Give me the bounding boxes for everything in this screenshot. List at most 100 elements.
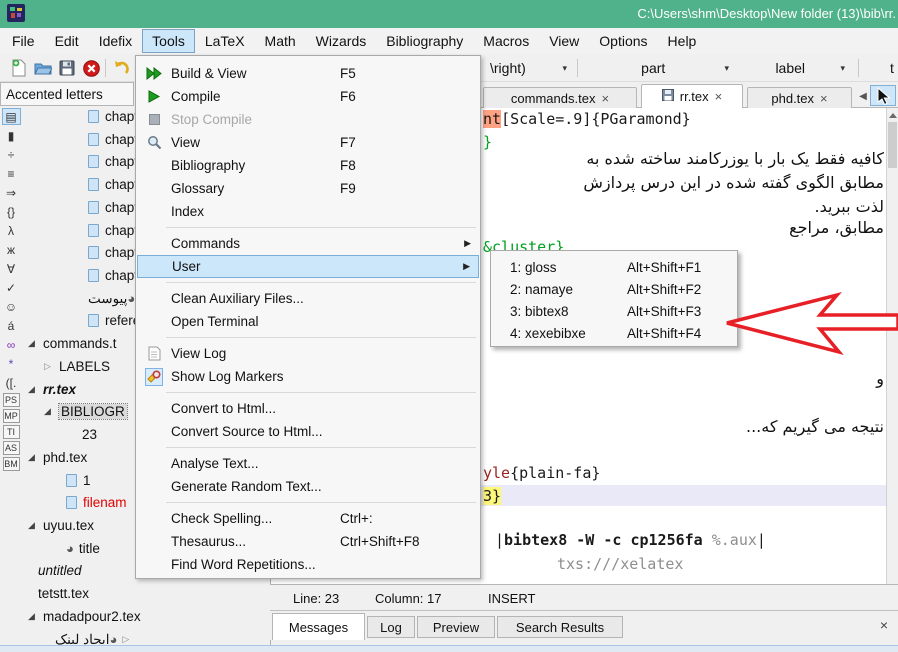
tab-commands-tex[interactable]: commands.tex× xyxy=(483,87,637,108)
textsize-combo[interactable]: t xyxy=(884,57,898,79)
symbol-panel-button-11[interactable]: á xyxy=(2,317,21,334)
menubar-item-idefix[interactable]: Idefix xyxy=(89,29,142,53)
symbol-panel-button-ps[interactable]: PS xyxy=(3,393,20,407)
symbol-panel-button-bm[interactable]: BM xyxy=(3,457,20,471)
tree-expanded-icon[interactable]: ◢ xyxy=(28,611,40,622)
save-button[interactable] xyxy=(56,57,78,79)
submenu-item-3-bibtex8[interactable]: 3: bibtex8Alt+Shift+F3 xyxy=(492,300,736,322)
tab-phd-tex[interactable]: phd.tex× xyxy=(747,87,852,108)
symbol-panel-button-0[interactable]: ▤ xyxy=(2,108,21,125)
scroll-up-icon[interactable] xyxy=(888,110,898,120)
symbol-panel-button-8[interactable]: ∀ xyxy=(2,260,21,277)
window-bottom-edge xyxy=(0,645,898,652)
close-button[interactable] xyxy=(80,57,102,79)
symbol-panel-button-12[interactable]: ∞ xyxy=(2,336,21,353)
menu-item-label: View Log xyxy=(171,346,226,361)
symbol-panel-button-mp[interactable]: MP xyxy=(3,409,20,423)
menu-item-thesaurus[interactable]: Thesaurus...Ctrl+Shift+F8 xyxy=(137,530,479,553)
menu-item-generate-random-text[interactable]: Generate Random Text... xyxy=(137,475,479,498)
menubar-item-options[interactable]: Options xyxy=(589,29,657,53)
tree-expanded-icon[interactable]: ◢ xyxy=(28,452,40,463)
math-delimiter-combo[interactable]: \right) ▾ xyxy=(484,57,572,79)
scrollbar-thumb[interactable] xyxy=(888,122,897,168)
symbol-panel-button-6[interactable]: λ xyxy=(2,222,21,239)
label-value: label xyxy=(740,60,840,76)
undo-button[interactable] xyxy=(110,57,132,79)
menubar-item-math[interactable]: Math xyxy=(255,29,306,53)
panel-close-icon[interactable]: × xyxy=(880,617,888,633)
tree-item-madadpour2-tex[interactable]: ◢madadpour2.tex xyxy=(22,606,270,627)
tree-item-label: filenam xyxy=(83,495,127,510)
menu-item-user[interactable]: User▶ xyxy=(137,255,479,278)
new-file-button[interactable] xyxy=(8,57,30,79)
menubar-item-file[interactable]: File xyxy=(2,29,45,53)
menu-item-clean-auxiliary-files[interactable]: Clean Auxiliary Files... xyxy=(137,287,479,310)
tab-scroll-left-icon[interactable]: ◀ xyxy=(857,89,869,103)
menu-item-open-terminal[interactable]: Open Terminal xyxy=(137,310,479,333)
menu-item-view[interactable]: ViewF7 xyxy=(137,131,479,154)
menu-item-show-log-markers[interactable]: Show Log Markers xyxy=(137,365,479,388)
menubar-item-wizards[interactable]: Wizards xyxy=(306,29,377,53)
menu-item-convert-to-html[interactable]: Convert to Html... xyxy=(137,397,479,420)
panel-tab-log[interactable]: Log xyxy=(367,616,415,638)
menubar-item-bibliography[interactable]: Bibliography xyxy=(376,29,473,53)
menubar-item-view[interactable]: View xyxy=(539,29,589,53)
symbol-panel-button-7[interactable]: ж xyxy=(2,241,21,258)
submenu-item-2-namaye[interactable]: 2: namayeAlt+Shift+F2 xyxy=(492,278,736,300)
menubar-item-help[interactable]: Help xyxy=(658,29,707,53)
symbol-panel-button-10[interactable]: ☺ xyxy=(2,298,21,315)
menu-item-analyse-text[interactable]: Analyse Text... xyxy=(137,452,479,475)
submenu-item-1-gloss[interactable]: 1: glossAlt+Shift+F1 xyxy=(492,256,736,278)
sectioning-combo[interactable]: part ▾ xyxy=(582,57,734,79)
symbol-panel-button-5[interactable]: {} xyxy=(2,203,21,220)
symbol-panel-button-4[interactable]: ⇒ xyxy=(2,184,21,201)
symbol-panel-button-14[interactable]: ([. xyxy=(2,374,21,391)
symbol-panel-button-3[interactable]: ≡ xyxy=(2,165,21,182)
label-combo[interactable]: label ▾ xyxy=(740,57,850,79)
menu-item-glossary[interactable]: GlossaryF9 xyxy=(137,177,479,200)
tab-scroll-right-button[interactable] xyxy=(870,85,896,106)
symbol-panel-button-1[interactable]: ▮ xyxy=(2,127,21,144)
menu-item-convert-source-to-html[interactable]: Convert Source to Html... xyxy=(137,420,479,443)
menu-item-build-view[interactable]: Build & ViewF5 xyxy=(137,62,479,85)
tree-expanded-icon[interactable]: ◢ xyxy=(28,384,40,395)
symbol-panel-button-9[interactable]: ✓ xyxy=(2,279,21,296)
tree-item-label: commands.t xyxy=(43,336,117,351)
menu-item-compile[interactable]: CompileF6 xyxy=(137,85,479,108)
menu-item-view-log[interactable]: View Log xyxy=(137,342,479,365)
tree-collapsed-icon[interactable]: ▷ xyxy=(122,634,134,645)
menubar-item-latex[interactable]: LaTeX xyxy=(195,29,255,53)
symbol-panel-selector[interactable]: Accented letters xyxy=(0,82,134,106)
tree-item-tetstt-tex[interactable]: tetstt.tex xyxy=(22,583,270,604)
menubar-item-tools[interactable]: Tools xyxy=(142,29,195,53)
menu-item-find-word-repetitions[interactable]: Find Word Repetitions... xyxy=(137,553,479,576)
symbol-panel-button-as[interactable]: AS xyxy=(3,441,20,455)
menu-item-check-spelling[interactable]: Check Spelling...Ctrl+: xyxy=(137,507,479,530)
editor-line-9: yle{plain-fa} xyxy=(483,464,600,482)
open-file-button[interactable] xyxy=(32,57,54,79)
tab-close-icon[interactable]: × xyxy=(601,91,609,106)
tree-expanded-icon[interactable]: ◢ xyxy=(28,520,40,531)
symbol-panel-button-2[interactable]: ÷ xyxy=(2,146,21,163)
tab-close-icon[interactable]: × xyxy=(715,89,723,104)
panel-tab-preview[interactable]: Preview xyxy=(417,616,495,638)
panel-tab-search-results[interactable]: Search Results xyxy=(497,616,623,638)
menubar-item-edit[interactable]: Edit xyxy=(45,29,89,53)
submenu-item-4-xexebibxe[interactable]: 4: xexebibxeAlt+Shift+F4 xyxy=(492,322,736,344)
tab-close-icon[interactable]: × xyxy=(820,91,828,106)
tree-expanded-icon[interactable]: ◢ xyxy=(28,338,40,349)
tree-collapsed-icon[interactable]: ▷ xyxy=(44,361,56,372)
menubar-item-macros[interactable]: Macros xyxy=(473,29,539,53)
menu-item-bibliography[interactable]: BibliographyF8 xyxy=(137,154,479,177)
editor-scrollbar[interactable] xyxy=(886,108,898,604)
symbol-panel-button-ti[interactable]: TI xyxy=(3,425,20,439)
code-segment: | xyxy=(495,531,504,549)
menu-item-label: Compile xyxy=(171,89,221,104)
panel-tab-messages[interactable]: Messages xyxy=(272,613,365,640)
tree-expanded-icon[interactable]: ◢ xyxy=(44,406,56,417)
menu-item-commands[interactable]: Commands▶ xyxy=(137,232,479,255)
tab-rr-tex[interactable]: rr.tex× xyxy=(641,84,743,108)
menu-item-index[interactable]: Index xyxy=(137,200,479,223)
symbol-panel-button-13[interactable]: * xyxy=(2,355,21,372)
menu-item-label: Check Spelling... xyxy=(171,511,272,526)
